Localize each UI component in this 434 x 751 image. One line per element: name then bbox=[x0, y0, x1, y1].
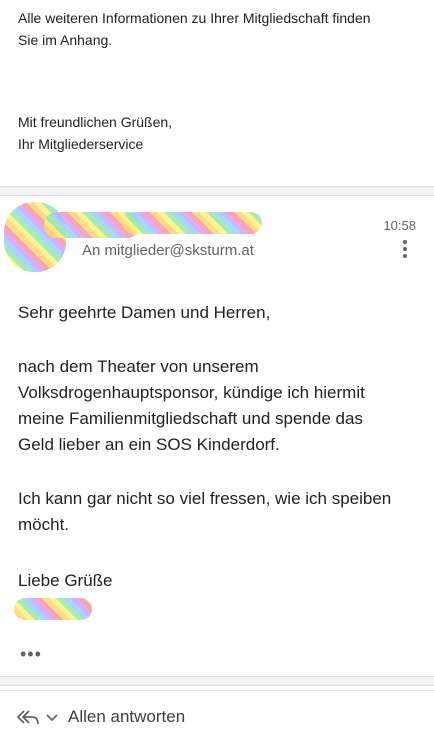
message-paragraph: Ich kann gar nicht so viel fressen, wie … bbox=[18, 486, 391, 538]
recipient-line[interactable]: An mitglieder@sksturm.at bbox=[82, 242, 254, 259]
message-closing: Liebe Grüße bbox=[18, 571, 113, 590]
signature-name-redacted bbox=[14, 598, 92, 620]
chevron-down-icon[interactable] bbox=[44, 709, 60, 725]
reply-bar: Allen antworten bbox=[0, 690, 434, 751]
message-line: möcht. bbox=[18, 515, 70, 534]
message-line: Ich kann gar nicht so viel fressen, wie … bbox=[18, 489, 392, 508]
message-line: Volksdrogenhauptsponsor, kündige ich hie… bbox=[18, 383, 365, 402]
previous-message-signature: Ihr Mitgliederservice bbox=[18, 136, 144, 152]
show-trimmed-content[interactable]: ••• bbox=[20, 644, 42, 665]
reply-all-label: Allen antworten bbox=[68, 707, 186, 726]
message-separator bbox=[0, 676, 434, 686]
message-separator bbox=[0, 186, 434, 196]
message-time: 10:58 bbox=[383, 218, 416, 233]
previous-message-closing: Mit freundlichen Grüßen, bbox=[18, 114, 173, 130]
reply-all-icon bbox=[17, 710, 39, 725]
message-line: meine Familienmitgliedschaft und spende … bbox=[18, 409, 363, 428]
more-vert-icon[interactable] bbox=[402, 240, 408, 262]
message-greeting: Sehr geehrte Damen und Herren, bbox=[18, 303, 271, 322]
sender-name-redacted bbox=[122, 212, 262, 234]
reply-all-button[interactable]: Allen antworten bbox=[16, 707, 185, 727]
previous-message: Alle weiteren Informationen zu Ihrer Mit… bbox=[0, 0, 434, 186]
previous-message-line: Sie im Anhang. bbox=[18, 32, 113, 48]
email-message: 10:58 An mitglieder@sksturm.at Sehr geeh… bbox=[0, 196, 434, 676]
message-line: nach dem Theater von unserem bbox=[18, 357, 259, 376]
previous-message-line: Alle weiteren Informationen zu Ihrer Mit… bbox=[18, 10, 371, 26]
message-paragraph: nach dem Theater von unserem Volksdrogen… bbox=[18, 354, 365, 458]
message-line: Geld lieber an ein SOS Kinderdorf. bbox=[18, 435, 280, 454]
